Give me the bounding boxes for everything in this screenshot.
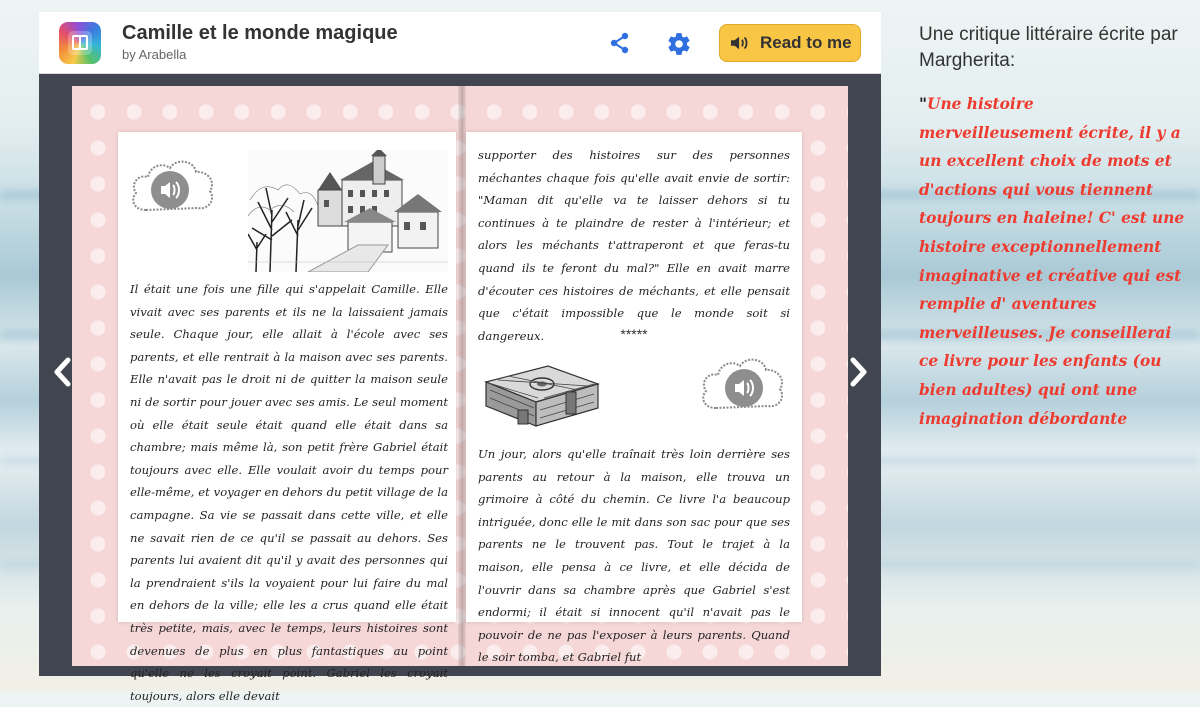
next-page-button[interactable] <box>843 352 873 392</box>
right-page: supporter des histoires sur des personne… <box>466 132 802 664</box>
speaker-icon <box>731 36 748 50</box>
review-text: "Une histoire merveilleusement écrite, i… <box>919 90 1189 433</box>
cloud-speaker-icon <box>702 358 784 410</box>
read-to-me-button[interactable]: Read to me <box>719 24 861 62</box>
book-spine <box>458 86 466 666</box>
cloud-speaker-icon <box>132 160 214 212</box>
share-button[interactable] <box>608 31 632 55</box>
settings-button[interactable] <box>666 31 692 57</box>
chevron-right-icon <box>850 357 867 387</box>
book-creator-logo-icon <box>59 22 101 64</box>
left-page: Il était une fois une fille qui s'appela… <box>118 132 456 703</box>
grimoire-illustration <box>478 360 604 434</box>
play-audio-button-right[interactable] <box>698 352 788 418</box>
open-book: Il était une fois une fille qui s'appela… <box>72 86 848 703</box>
left-page-text: Il était une fois une fille qui s'appela… <box>130 282 448 703</box>
right-page-text-top: supporter des histoires sur des personne… <box>478 148 790 343</box>
village-castle-illustration <box>247 148 448 273</box>
review-heading: Une critique littéraire écrite par Margh… <box>919 24 1178 71</box>
read-to-me-label: Read to me <box>760 33 852 52</box>
section-separator: ***** <box>620 326 648 342</box>
top-bar: Camille et le monde magique by Arabella … <box>39 12 881 74</box>
book-title: Camille et le monde magique <box>122 22 398 44</box>
share-icon <box>610 32 629 54</box>
gear-icon <box>668 33 690 55</box>
play-audio-button-left[interactable] <box>128 154 218 220</box>
review-body-text: Une histoire merveilleusement écrite, il… <box>919 95 1185 428</box>
review-quote-mark: " <box>919 95 928 113</box>
book-author: by Arabella <box>122 47 187 62</box>
right-page-text-bottom: Un jour, alors qu'elle traînait très loi… <box>478 447 790 665</box>
